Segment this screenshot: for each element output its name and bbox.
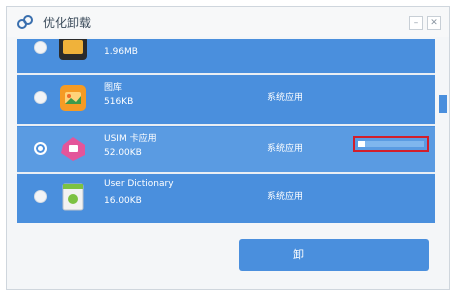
minimize-button[interactable]: –	[409, 16, 423, 30]
list-item[interactable]: 1.96MB	[17, 39, 435, 71]
list-item[interactable]: 图库 516KB 系统应用	[17, 76, 435, 121]
app-size: 16.00KB	[104, 196, 142, 206]
uninstall-progress-bar	[353, 136, 429, 152]
close-icon: ✕	[430, 18, 438, 28]
scrollbar[interactable]	[437, 39, 449, 223]
app-list: 1.96MB 图库 516KB 系统应用 USIM 卡应用 52.00KB 系统…	[17, 39, 435, 223]
minimize-icon: –	[413, 18, 419, 28]
divider	[17, 124, 435, 126]
app-type: 系统应用	[267, 144, 304, 154]
app-type: 系统应用	[267, 93, 304, 103]
app-type: 系统应用	[267, 192, 304, 202]
app-size: 516KB	[104, 97, 134, 107]
select-radio[interactable]	[34, 142, 47, 155]
close-button[interactable]: ✕	[427, 16, 441, 30]
select-radio[interactable]	[34, 41, 47, 54]
uninstall-window: 优化卸载 – ✕ 1.96MB 图库 516KB 系统应用 USIM 卡应用 5…	[6, 6, 450, 290]
game-icon	[59, 39, 87, 60]
uninstall-button[interactable]: 卸	[239, 239, 429, 271]
list-item[interactable]: User Dictionary 16.00KB 系统应用	[17, 175, 435, 220]
list-item[interactable]: USIM 卡应用 52.00KB 系统应用	[17, 127, 435, 172]
app-size: 1.96MB	[104, 47, 138, 57]
uninstall-button-label: 卸	[293, 248, 304, 261]
scrollbar-thumb[interactable]	[439, 95, 447, 113]
dictionary-icon	[62, 183, 84, 211]
title-bar: 优化卸载 – ✕	[7, 7, 449, 37]
app-name: 图库	[104, 83, 123, 93]
window-title: 优化卸载	[43, 16, 92, 30]
app-size: 52.00KB	[104, 148, 142, 158]
app-name: User Dictionary	[104, 179, 174, 189]
gallery-icon	[60, 85, 86, 111]
divider	[17, 172, 435, 174]
select-radio[interactable]	[34, 190, 47, 203]
progress-fill	[358, 141, 365, 147]
divider	[17, 73, 435, 75]
progress-track	[358, 141, 424, 147]
app-logo-icon	[17, 15, 33, 29]
app-name: USIM 卡应用	[104, 134, 157, 144]
sim-card-icon	[61, 137, 85, 161]
select-radio[interactable]	[34, 91, 47, 104]
